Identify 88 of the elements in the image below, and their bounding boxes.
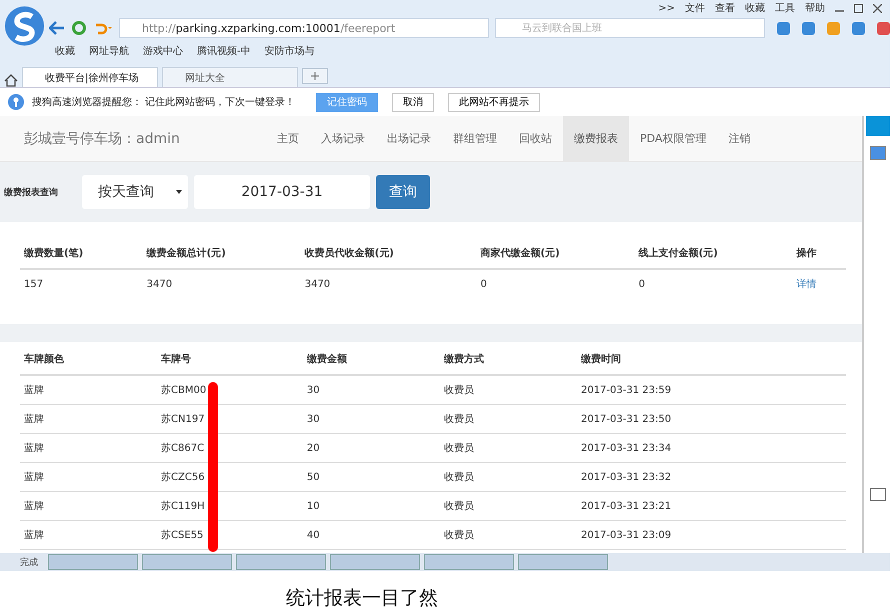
- table-cell: 蓝牌: [20, 434, 158, 462]
- table-cell: 2017-03-31 23:50: [576, 404, 846, 434]
- table-cell: 收费员: [440, 492, 577, 520]
- table-cell: 40: [302, 520, 440, 550]
- table-cell: 0: [476, 269, 635, 298]
- brand-title: 彭城壹号停车场：admin: [23, 130, 181, 148]
- table-cell: 收费员: [440, 520, 577, 550]
- table-cell: 蓝牌: [20, 520, 158, 550]
- column-header: 缴费金额: [302, 344, 440, 375]
- toolbar-icon[interactable]: [802, 22, 815, 34]
- column-header: 操作: [792, 238, 846, 269]
- table-cell: 0: [634, 269, 793, 298]
- nav-link[interactable]: PDA权限管理: [629, 116, 718, 161]
- nav-link[interactable]: 入场记录: [310, 116, 376, 161]
- nav-link[interactable]: 回收站: [508, 116, 563, 161]
- column-header: 缴费方式: [440, 344, 577, 375]
- table-cell: 蓝牌: [20, 492, 158, 520]
- nav-link[interactable]: 出场记录: [376, 116, 442, 161]
- nav-link[interactable]: 群组管理: [442, 116, 508, 161]
- table-cell: 3470: [142, 269, 301, 298]
- column-header: 缴费金额总计(元): [142, 238, 301, 269]
- table-cell: 蓝牌: [20, 462, 158, 492]
- column-header: 商家代缴金额(元): [476, 238, 635, 269]
- table-cell: 收费员: [440, 462, 577, 492]
- table-cell: 收费员: [440, 375, 577, 404]
- mode-dropdown[interactable]: 按天查询: [82, 175, 188, 209]
- refresh-icon[interactable]: [71, 20, 87, 36]
- menu-item[interactable]: 文件: [685, 1, 705, 15]
- table-cell: 50: [302, 462, 440, 492]
- table-cell: 30: [302, 375, 440, 404]
- table-cell: 收费员: [440, 404, 577, 434]
- toolbar-icon[interactable]: [827, 22, 840, 34]
- details-link[interactable]: 详情: [796, 279, 817, 290]
- address-field[interactable]: http://parking.xzparking.com:10001/feereport: [119, 18, 489, 38]
- back-icon[interactable]: [49, 21, 65, 35]
- maximize-icon[interactable]: [854, 4, 863, 12]
- menu-item[interactable]: 工具: [775, 1, 795, 15]
- bookmark-link[interactable]: 游戏中心: [143, 44, 183, 58]
- query-button[interactable]: 查询: [376, 175, 430, 209]
- menu-item[interactable]: 收藏: [745, 1, 765, 15]
- column-header: 线上支付金额(元): [634, 238, 793, 269]
- notice-button[interactable]: 取消: [392, 92, 434, 112]
- caret-icon[interactable]: [176, 190, 182, 194]
- query-label: 缴费报表查询: [4, 186, 59, 198]
- toolbar-icon[interactable]: [877, 22, 890, 34]
- menu-item[interactable]: >>: [658, 2, 675, 14]
- date-field[interactable]: 2017-03-31: [194, 175, 370, 209]
- table-cell: 10: [302, 492, 440, 520]
- bookmark-link[interactable]: 腾讯视频-中: [197, 44, 251, 58]
- bookmark-link[interactable]: 网址导航: [89, 44, 129, 58]
- table-cell: 3470: [300, 269, 477, 298]
- table-cell: 蓝牌: [20, 375, 158, 404]
- undo-icon[interactable]: [93, 21, 113, 35]
- column-header: 缴费时间: [576, 344, 846, 375]
- status-text: 完成: [19, 556, 38, 568]
- nav-link[interactable]: 缴费报表: [563, 116, 629, 161]
- column-header: 缴费数量(笔): [20, 238, 143, 269]
- new-tab-button[interactable]: [302, 68, 328, 84]
- column-header: 车牌颜色: [20, 344, 158, 375]
- browser-tab[interactable]: 收费平台|徐州停车场: [22, 67, 158, 87]
- table-cell: 157: [20, 269, 143, 298]
- table-cell: 2017-03-31 23:09: [576, 520, 846, 550]
- table-cell: 2017-03-31 23:34: [576, 434, 846, 462]
- toolbar-icon[interactable]: [852, 22, 865, 34]
- table-cell: 30: [302, 404, 440, 434]
- bookmark-link[interactable]: 安防市场与: [264, 44, 315, 58]
- column-header: 收费员代收金额(元): [300, 238, 477, 269]
- table-cell: 收费员: [440, 434, 577, 462]
- column-header: 车牌号: [157, 344, 303, 375]
- table-cell: 2017-03-31 23:32: [576, 462, 846, 492]
- home-icon[interactable]: [4, 74, 18, 87]
- close-icon[interactable]: [873, 4, 882, 12]
- key-icon: [8, 94, 24, 110]
- table-cell: 2017-03-31 23:59: [576, 375, 846, 404]
- menu-item[interactable]: 查看: [715, 1, 735, 15]
- bookmark-link[interactable]: 收藏: [55, 44, 75, 58]
- table-cell: 20: [302, 434, 440, 462]
- browser-logo-icon: [4, 4, 45, 48]
- menu-item[interactable]: 帮助: [805, 1, 825, 15]
- nav-link[interactable]: 主页: [266, 116, 310, 161]
- browser-tab[interactable]: 网址大全: [162, 67, 298, 87]
- table-cell: 2017-03-31 23:21: [576, 492, 846, 520]
- table-cell: 蓝牌: [20, 404, 158, 434]
- notice-button[interactable]: 此网站不再提示: [448, 92, 540, 112]
- notice-text: 搜狗高速浏览器提醒您： 记住此网站密码，下次一键登录！: [32, 96, 296, 109]
- caption-text: 统计报表一目了然: [286, 586, 438, 611]
- nav-link[interactable]: 注销: [717, 116, 762, 161]
- toolbar-icon[interactable]: [777, 22, 790, 34]
